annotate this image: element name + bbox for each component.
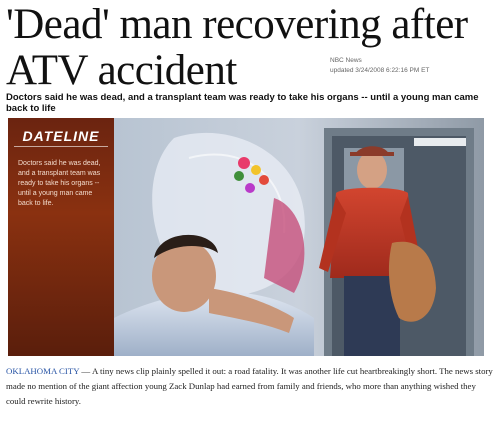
hospital-photo [114,118,484,356]
headline: 'Dead' man recovering after ATV accident [6,2,496,94]
dateline-location-link[interactable]: OKLAHOMA CITY [6,366,79,376]
dateline-logo: DATELINE [14,128,108,147]
article-lede: OKLAHOMA CITY — A tiny news clip plainly… [6,364,496,409]
dateline-sidebar: DATELINE Doctors said he was dead, and a… [8,118,114,356]
sidebar-summary: Doctors said he was dead, and a transpla… [18,160,101,207]
lede-text: — A tiny news clip plainly spelled it ou… [6,366,493,406]
hero-image: DATELINE Doctors said he was dead, and a… [8,118,484,356]
updated-timestamp: updated 3/24/2008 6:22:16 PM ET [330,67,430,74]
subheadline: Doctors said he was dead, and a transpla… [6,92,479,114]
headline-line-1: 'Dead' man recovering after [6,1,468,48]
article-meta: NBC News updated 3/24/2008 6:22:16 PM ET [330,56,429,76]
source-label: NBC News [330,57,362,64]
